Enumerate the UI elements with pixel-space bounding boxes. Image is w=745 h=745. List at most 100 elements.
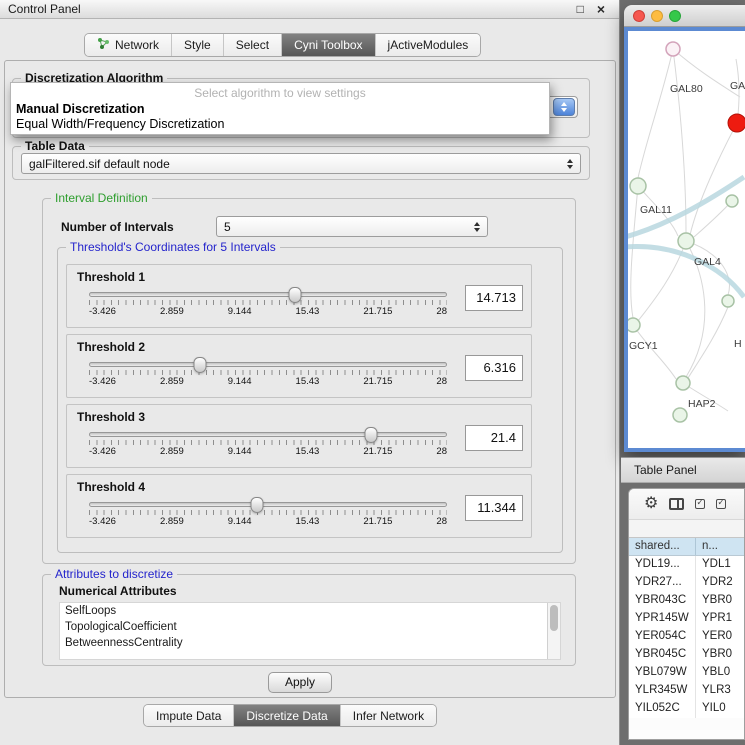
tab-label: Style	[184, 38, 211, 52]
network-node[interactable]	[722, 295, 734, 307]
column-header-name[interactable]: n...	[696, 538, 744, 555]
slider-thumb[interactable]	[365, 427, 378, 443]
table-toolbar: ⚙	[629, 489, 744, 520]
slider-thumb[interactable]	[289, 287, 302, 303]
window-controls: □ ×	[577, 3, 605, 15]
attributes-scrollbar[interactable]	[547, 603, 560, 659]
attributes-group: Attributes to discretize Numerical Attri…	[42, 574, 576, 666]
node-label: GCY1	[629, 340, 658, 352]
interval-definition-title: Interval Definition	[51, 191, 152, 206]
numerical-attributes-list: SelfLoops TopologicalCoefficient Between…	[59, 602, 561, 660]
threshold-1-label: Threshold 1	[77, 270, 145, 284]
network-node[interactable]	[676, 376, 690, 390]
gear-icon[interactable]: ⚙	[644, 496, 658, 512]
float-window-icon[interactable]: □	[577, 3, 584, 15]
slider-track[interactable]	[89, 432, 447, 437]
tab-impute-data[interactable]: Impute Data	[144, 705, 234, 726]
number-of-intervals-combobox[interactable]: 5	[216, 216, 488, 237]
combobox-stepper-icon[interactable]	[553, 98, 575, 116]
interval-definition-group: Interval Definition Number of Intervals …	[42, 198, 576, 564]
algorithm-option-manual[interactable]: Manual Discretization	[11, 101, 549, 116]
table-row[interactable]: YIL052CYIL0	[629, 700, 744, 718]
network-view-window: GAL80 GA GAL11 GAL4 GCY1 H HAP2	[624, 5, 745, 452]
table-row[interactable]: YER054CYER0	[629, 628, 744, 646]
network-node-selected[interactable]	[728, 114, 745, 132]
list-item[interactable]: SelfLoops	[60, 603, 560, 619]
threshold-4-value-field[interactable]: 11.344	[465, 495, 523, 521]
threshold-2-slider: -3.4262.8599.14415.4321.71528	[89, 362, 447, 387]
slider-track[interactable]	[89, 362, 447, 367]
table-row[interactable]: YBR045CYBR0	[629, 646, 744, 664]
slider-scale: -3.4262.8599.14415.4321.71528	[89, 446, 447, 457]
table-spacer	[629, 520, 744, 537]
table-row[interactable]: YBL079WYBL0	[629, 664, 744, 682]
number-of-intervals-value: 5	[224, 220, 231, 234]
node-label: H	[734, 338, 742, 350]
table-row[interactable]: YDR27...YDR2	[629, 574, 744, 592]
algorithm-option-equal-width[interactable]: Equal Width/Frequency Discretization	[11, 116, 549, 131]
slider-ticks	[89, 440, 447, 445]
threshold-4-panel: Threshold 4 -3.4262.8599.14415.4321.7152…	[66, 474, 532, 538]
column-header-shared-name[interactable]: shared...	[629, 538, 696, 555]
slider-thumb[interactable]	[194, 357, 207, 373]
slider-track[interactable]	[89, 292, 447, 297]
tab-label: Cyni Toolbox	[294, 38, 362, 52]
network-node[interactable]	[628, 318, 640, 332]
threshold-2-label: Threshold 2	[77, 340, 145, 354]
table-row[interactable]: YDL19...YDL1	[629, 556, 744, 574]
threshold-2-value-field[interactable]: 6.316	[465, 355, 523, 381]
table-panel-header: Table Panel	[621, 457, 745, 483]
close-icon[interactable]: ×	[597, 3, 605, 15]
threshold-3-slider: -3.4262.8599.14415.4321.71528	[89, 432, 447, 457]
threshold-1-value-field[interactable]: 14.713	[465, 285, 523, 311]
tab-cyni-toolbox[interactable]: Cyni Toolbox	[282, 34, 375, 56]
network-node[interactable]	[726, 195, 738, 207]
slider-scale: -3.4262.8599.14415.4321.71528	[89, 306, 447, 317]
tab-jactivemodules[interactable]: jActiveModules	[376, 34, 481, 56]
network-canvas-frame: GAL80 GA GAL11 GAL4 GCY1 H HAP2	[624, 27, 745, 452]
threshold-coordinates-title: Threshold's Coordinates for 5 Intervals	[66, 240, 280, 255]
tab-network[interactable]: Network	[85, 34, 172, 56]
table-data-combobox[interactable]: galFiltered.sif default node	[21, 153, 581, 174]
slider-ticks	[89, 300, 447, 305]
table-row[interactable]: YPR145WYPR1	[629, 610, 744, 628]
network-canvas[interactable]: GAL80 GA GAL11 GAL4 GCY1 H HAP2	[628, 31, 745, 448]
close-traffic-light-icon[interactable]	[633, 10, 645, 22]
columns-icon[interactable]	[669, 498, 684, 510]
threshold-4-label: Threshold 4	[77, 480, 145, 494]
attributes-scrollbar-thumb[interactable]	[550, 605, 558, 631]
algorithm-placeholder-option[interactable]: Select algorithm to view settings	[11, 83, 549, 101]
apply-button[interactable]: Apply	[268, 672, 332, 693]
tab-infer-network[interactable]: Infer Network	[341, 705, 436, 726]
table-data-group: Table Data galFiltered.sif default node	[12, 146, 590, 180]
list-item[interactable]: BetweennessCentrality	[60, 635, 560, 651]
network-node[interactable]	[630, 178, 646, 194]
select-none-checkbox-icon[interactable]	[716, 499, 726, 509]
slider-thumb[interactable]	[251, 497, 264, 513]
combo-arrows-icon	[559, 159, 573, 169]
node-label: GAL4	[694, 256, 721, 268]
table-row[interactable]: YBR043CYBR0	[629, 592, 744, 610]
algorithm-dropdown-popup: Select algorithm to view settings Manual…	[10, 82, 550, 135]
node-table: shared... n... YDL19...YDL1 YDR27...YDR2…	[629, 520, 744, 739]
network-node[interactable]	[673, 408, 687, 422]
zoom-traffic-light-icon[interactable]	[669, 10, 681, 22]
threshold-3-label: Threshold 3	[77, 410, 145, 424]
threshold-3-value-field[interactable]: 21.4	[465, 425, 523, 451]
tab-select[interactable]: Select	[224, 34, 282, 56]
network-node[interactable]	[666, 42, 680, 56]
tab-style[interactable]: Style	[172, 34, 224, 56]
attributes-title: Attributes to discretize	[51, 567, 177, 582]
network-node[interactable]	[678, 233, 694, 249]
list-item[interactable]: TopologicalCoefficient	[60, 619, 560, 635]
node-label: GAL80	[670, 83, 703, 95]
minimize-traffic-light-icon[interactable]	[651, 10, 663, 22]
numerical-attributes-label: Numerical Attributes	[59, 584, 177, 598]
select-all-checkbox-icon[interactable]	[695, 499, 705, 509]
threshold-coordinates-group: Threshold's Coordinates for 5 Intervals …	[57, 247, 563, 553]
slider-track[interactable]	[89, 502, 447, 507]
node-label: GA	[730, 80, 745, 92]
table-row[interactable]: YLR345WYLR3	[629, 682, 744, 700]
tab-discretize-data[interactable]: Discretize Data	[234, 705, 340, 726]
slider-scale: -3.4262.8599.14415.4321.71528	[89, 376, 447, 387]
